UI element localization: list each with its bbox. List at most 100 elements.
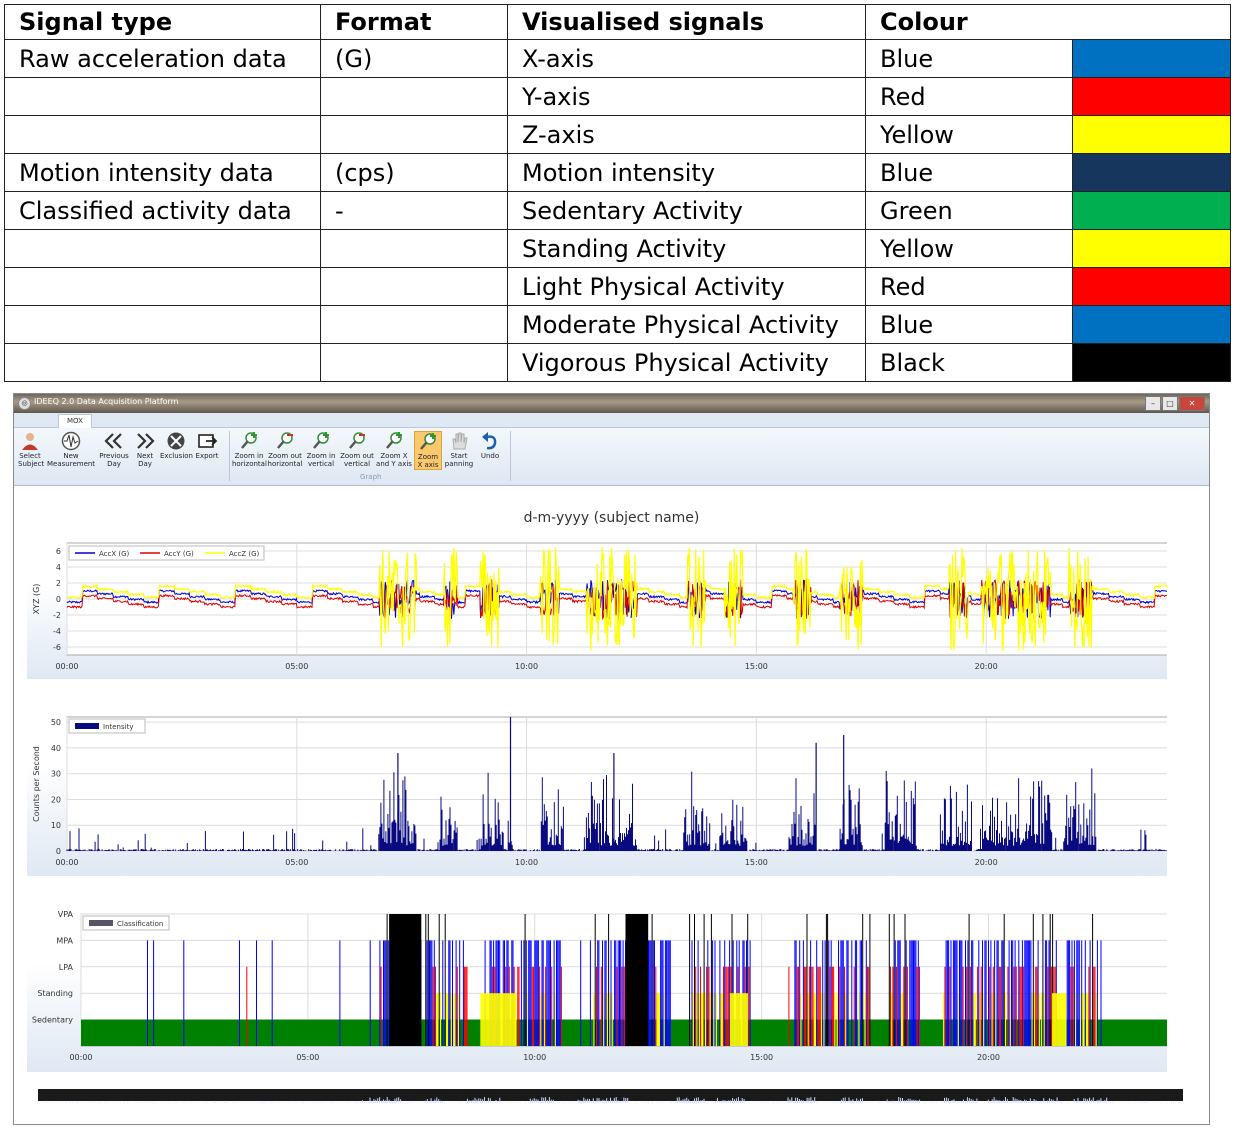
zoom-x-icon	[417, 432, 439, 452]
zoom-x-button[interactable]: Zoom X axis	[414, 431, 442, 470]
legend-cell-colour: Red	[865, 267, 1073, 306]
zoom-out-horizontal-button[interactable]: Zoom out horizontal	[266, 431, 304, 468]
app-window: ◎ IDEEQ 2.0 Data Acquisition Platform – …	[13, 393, 1210, 1125]
legend-label: AccX (G)	[99, 550, 130, 558]
legend-cell-signal: Y-axis	[507, 77, 866, 116]
x-tick-label: 10:00	[523, 1053, 546, 1062]
standing-block	[729, 993, 749, 1046]
y-tick-label: LPA	[59, 963, 74, 972]
legend-cell-format: (cps)	[320, 153, 508, 192]
legend-cell-signal: Standing Activity	[507, 229, 866, 268]
person-button[interactable]: Select Subject	[18, 431, 45, 468]
legend-cell-format	[320, 343, 508, 382]
y-tick-label: Sedentary	[32, 1016, 73, 1025]
button-label-line2: panning	[444, 460, 474, 468]
button-label-line2: horizontal	[267, 460, 303, 468]
y-tick-label: 6	[56, 547, 61, 556]
legend-cell-format	[320, 267, 508, 306]
colour-swatch	[1072, 267, 1231, 306]
hand-button[interactable]: Start panning	[444, 431, 474, 468]
legend-cell-signal-type	[4, 115, 321, 154]
colour-swatch	[1072, 153, 1231, 192]
x-tick-label: 05:00	[296, 1053, 319, 1062]
export-button[interactable]: Export	[194, 431, 220, 460]
zoom-xy-button[interactable]: Zoom Xand Y axis	[376, 431, 412, 468]
y-tick-label: 40	[51, 744, 61, 753]
exclusion-button[interactable]: Exclusion	[160, 431, 193, 460]
maximize-button[interactable]: □	[1162, 396, 1178, 411]
button-label-line1: Next	[136, 452, 154, 460]
button-label-line2: vertical	[343, 460, 371, 468]
double-chevron-right-icon	[134, 431, 156, 451]
y-tick-label: -6	[53, 643, 61, 652]
zoom-out-horizontal-icon	[274, 431, 296, 451]
y-tick-label: -2	[53, 611, 61, 620]
legend-cell-signal: X-axis	[507, 39, 866, 78]
header-visualised-signals: Visualised signals	[507, 4, 866, 40]
double-chevron-left-icon	[103, 431, 125, 451]
zoom-in-horizontal-button[interactable]: Zoom in horizontal	[232, 431, 267, 468]
button-label-line1: New	[63, 452, 79, 460]
ribbon-toolbar: Select Subject New Measurement Previous Day Ne…	[14, 428, 1209, 486]
legend-cell-signal-type	[4, 229, 321, 268]
legend-cell-colour: Yellow	[865, 115, 1073, 154]
legend-cell-format	[320, 115, 508, 154]
x-tick-label: 00:00	[55, 662, 78, 671]
app-icon: ◎	[18, 397, 31, 410]
zoom-in-vertical-button[interactable]: Zoom in vertical	[304, 431, 338, 468]
y-tick-label: MPA	[56, 936, 73, 945]
waveform-button[interactable]: New Measurement	[47, 431, 95, 468]
y-tick-label: 4	[56, 563, 61, 572]
x-tick-label: 15:00	[745, 858, 768, 867]
x-tick-label: 15:00	[750, 1053, 773, 1062]
colour-swatch	[1072, 191, 1231, 230]
button-label-line1: Zoom in	[234, 452, 264, 460]
legend-cell-signal: Sedentary Activity	[507, 191, 866, 230]
y-tick-label: VPA	[58, 910, 74, 919]
button-label-line2: Subject	[18, 460, 45, 468]
zoom-out-vertical-icon	[346, 431, 368, 451]
ribbon-separator	[510, 431, 511, 481]
legend-row: Vigorous Physical Activity Black	[4, 343, 1231, 382]
legend-cell-format	[320, 305, 508, 344]
button-label-line2: Day	[107, 460, 121, 468]
legend-cell-signal: Moderate Physical Activity	[507, 305, 866, 344]
x-tick-label: 00:00	[55, 858, 78, 867]
header-signal-type: Signal type	[4, 4, 321, 40]
intensity-chart[interactable]: 50 40 30 20 10 0 00:00 05:00 10:00 15:00 20:00 Coun…	[27, 706, 1167, 876]
y-tick-label: Standing	[37, 989, 73, 998]
button-label-line1: Exclusion	[160, 452, 193, 460]
title-bar: ◎ IDEEQ 2.0 Data Acquisition Platform – …	[14, 394, 1209, 413]
legend-label: Intensity	[103, 723, 133, 731]
undo-button[interactable]: Undo	[479, 431, 501, 460]
legend-cell-colour: Yellow	[865, 229, 1073, 268]
y-tick-label: 0	[56, 595, 61, 604]
close-button[interactable]: ✕	[1179, 396, 1205, 411]
window-title: IDEEQ 2.0 Data Acquisition Platform	[34, 397, 179, 406]
x-tick-label: 20:00	[975, 858, 998, 867]
standing-block	[480, 993, 517, 1046]
y-tick-label: 2	[56, 579, 61, 588]
minimize-button[interactable]: –	[1145, 396, 1161, 411]
overview-scrollbar[interactable]	[37, 1089, 1183, 1103]
legend-cell-colour: Red	[865, 77, 1073, 116]
legend-cell-colour: Green	[865, 191, 1073, 230]
legend-cell-signal-type	[4, 267, 321, 306]
y-tick-label: 0	[56, 847, 61, 856]
double-chevron-left-button[interactable]: Previous Day	[98, 431, 130, 468]
legend-cell-signal: Vigorous Physical Activity	[507, 343, 866, 382]
zoom-out-vertical-button[interactable]: Zoom out vertical	[339, 431, 375, 468]
vpa-block	[389, 914, 422, 1046]
legend-swatch	[89, 920, 113, 926]
colour-swatch	[1072, 305, 1231, 344]
double-chevron-right-button[interactable]: Next Day	[132, 431, 158, 468]
classification-chart[interactable]: VPA MPA LPA Standing Sedentary 00:00 05:00 10:0…	[27, 904, 1167, 1072]
button-label-line1: Zoom in	[306, 452, 336, 460]
acceleration-chart[interactable]: 6 4 2 0 -2 -4 -6 00:00 05:00 10:00 15:00 20:00 XYZ (…	[27, 534, 1167, 679]
colour-swatch	[1072, 39, 1231, 78]
hand-icon	[448, 431, 470, 451]
y-axis-label: XYZ (G)	[32, 584, 41, 615]
button-label-line1: Zoom out	[340, 452, 374, 460]
ribbon-separator	[229, 431, 230, 481]
tab-mox[interactable]: MOX	[58, 414, 92, 428]
